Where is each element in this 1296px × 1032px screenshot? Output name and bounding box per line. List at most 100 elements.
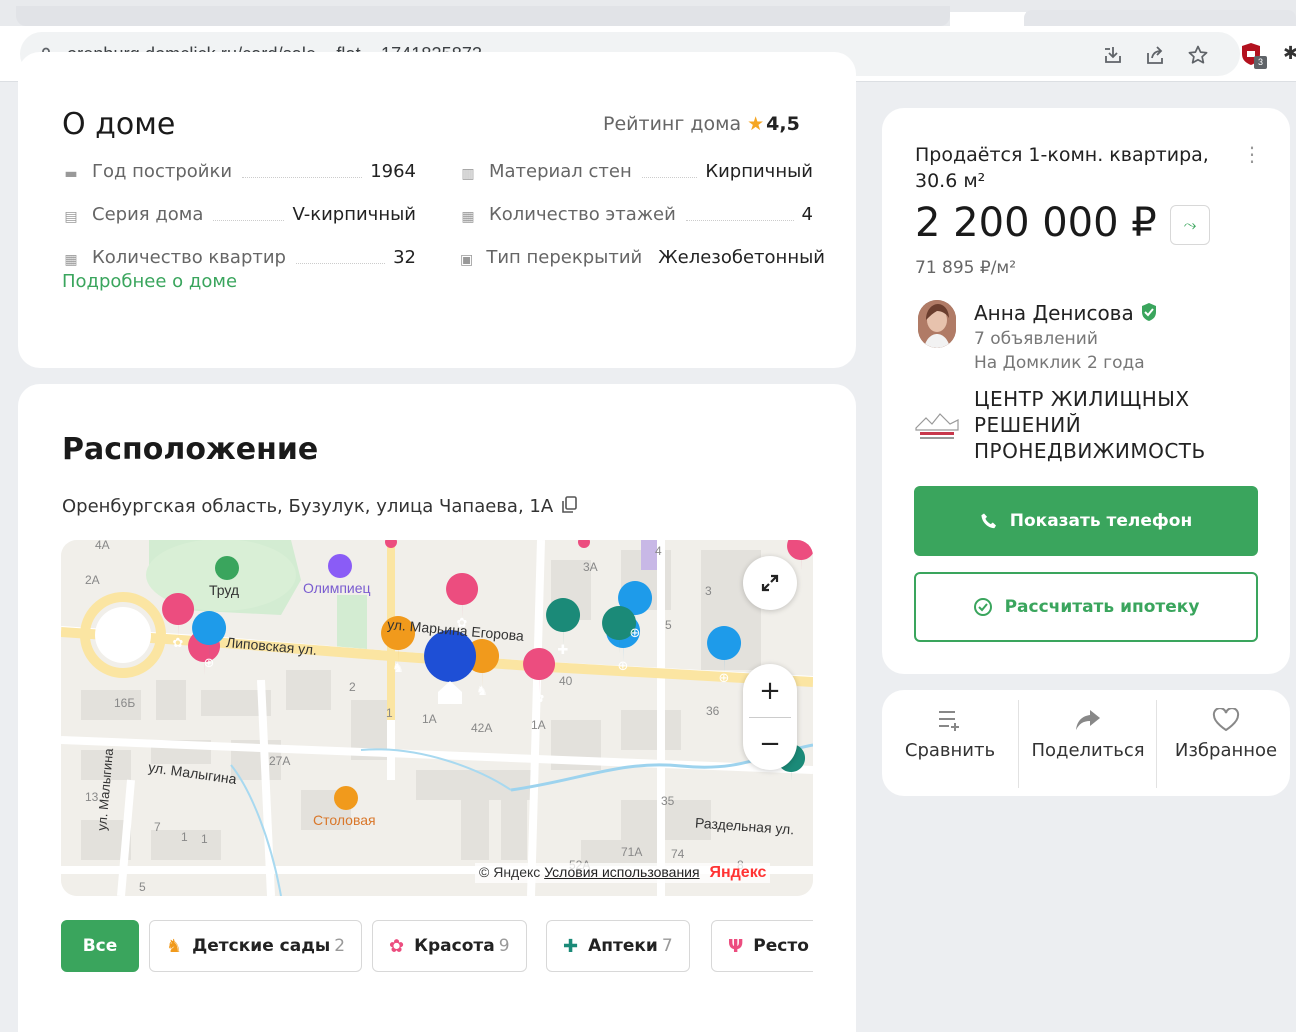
location-map[interactable]: ✿ ✿ ✿ ⊕ ⊕ ⊕ ⊕ ♞ ♞ ✚ Труд Олимпиец Липовская ул… (61, 540, 813, 896)
map-fullscreen-button[interactable] (743, 556, 797, 610)
map-house-number: 5 (665, 618, 672, 632)
svg-text:⊕: ⊕ (719, 671, 730, 686)
browser-tab[interactable] (16, 6, 950, 26)
map-house-number: 5 (139, 880, 146, 894)
extensions-puzzle-icon[interactable]: ✱ (1283, 43, 1296, 64)
yandex-logo[interactable]: Яндекс (709, 864, 766, 881)
svg-text:✚: ✚ (558, 643, 569, 658)
svg-text:⊕: ⊕ (204, 656, 215, 671)
floor-type-icon: ▣ (460, 252, 474, 268)
map-canvas: ✿✿✿ ⊕⊕⊕⊕ ♞♞ ✚ (61, 540, 813, 896)
more-about-house-link[interactable]: Подробнее о доме (62, 271, 237, 292)
svg-text:✿: ✿ (173, 636, 184, 651)
map-house-number: 1 (386, 706, 393, 720)
browser-tab[interactable] (1024, 10, 1296, 26)
page-content: О доме Рейтинг дома ★ 4,5 ▬ Год постройки … (0, 52, 1296, 1032)
calendar-icon: ▬ (64, 166, 78, 182)
house-rating: Рейтинг дома ★ 4,5 (603, 113, 800, 135)
agent-name[interactable]: Анна Денисова (974, 301, 1158, 325)
chip-kindergartens[interactable]: ♞ Детские сады 2 (149, 920, 363, 972)
prop-floor-type: ▣ Тип перекрытий Железобетонный (460, 247, 825, 268)
heart-icon (1212, 708, 1240, 732)
agency-name[interactable]: ЦЕНТР ЖИЛИЩНЫХ РЕШЕНИЙ ПРОНЕДВИЖИМОСТЬ (974, 386, 1264, 464)
map-house-number: 35 (661, 794, 675, 808)
map-house-number: 1 (181, 830, 188, 844)
map-house-number: 1А (531, 718, 546, 732)
share-page-icon[interactable] (1144, 44, 1166, 66)
address-text: Оренбургская область, Бузулук, улица Чап… (62, 496, 554, 517)
svg-text:♞: ♞ (392, 661, 404, 676)
building-icon: ▦ (461, 209, 475, 225)
compare-button[interactable]: Сравнить (882, 702, 1018, 788)
wall-material-icon: ▥ (461, 166, 475, 182)
location-card: Расположение Оренбургская область, Бузул… (18, 384, 856, 1032)
svg-text:⊕: ⊕ (618, 659, 629, 674)
price-history-button[interactable]: ⤳ (1170, 205, 1210, 245)
about-house-card: О доме Рейтинг дома ★ 4,5 ▬ Год постройки … (18, 52, 856, 368)
map-attribution: © Яндекс Условия использования Яндекс (475, 863, 771, 883)
trend-icon: ⤳ (1183, 215, 1197, 234)
chip-beauty[interactable]: ✿ Красота 9 (372, 920, 527, 972)
chip-restaurants[interactable]: Ψ Ресто (711, 920, 813, 972)
map-house-number: 74 (671, 847, 685, 861)
beauty-icon: ✿ (389, 935, 405, 957)
map-label-stolovaya: Столовая (313, 812, 376, 828)
svg-text:♞: ♞ (476, 684, 488, 699)
document-icon: ▤ (64, 209, 78, 225)
map-label-olimpiec: Олимпиец (303, 580, 371, 596)
phone-icon (981, 513, 996, 529)
check-circle-icon (973, 598, 992, 616)
star-icon: ★ (747, 113, 765, 135)
svg-text:⊕: ⊕ (630, 626, 641, 641)
kindergarten-icon: ♞ (166, 935, 183, 957)
map-house-number: 3 (705, 584, 712, 598)
listing-actions-card: Сравнить Поделиться Избранное (882, 690, 1290, 796)
restaurant-icon: Ψ (728, 935, 744, 957)
location-title: Расположение (62, 432, 319, 467)
chip-all[interactable]: Все (61, 920, 139, 972)
agent-ads-count: 7 объявлений (974, 329, 1098, 349)
bookmark-star-icon[interactable] (1187, 44, 1209, 66)
copy-icon[interactable] (561, 496, 578, 514)
svg-text:✿: ✿ (534, 691, 545, 706)
price-per-m2: 71 895 ₽/м² (915, 258, 1017, 278)
extension-shield-icon[interactable]: 3 (1240, 42, 1267, 70)
map-zoom-control: + − (743, 664, 797, 770)
map-house-number: 3А (583, 560, 598, 574)
install-app-icon[interactable] (1102, 44, 1124, 66)
rating-value: 4,5 (766, 113, 800, 135)
show-phone-button[interactable]: Показать телефон (914, 486, 1258, 556)
share-button[interactable]: Поделиться (1020, 702, 1156, 788)
address: Оренбургская область, Бузулук, улица Чап… (62, 496, 578, 517)
map-house-number: 40 (559, 674, 573, 688)
verified-shield-icon (1141, 303, 1156, 321)
expand-icon (761, 574, 779, 592)
map-house-number: 4А (95, 540, 110, 552)
apartments-icon: ▦ (64, 252, 78, 268)
map-house-number: 27А (269, 754, 291, 768)
favorite-button[interactable]: Избранное (1158, 702, 1294, 788)
map-house-number: 16Б (114, 696, 136, 710)
map-house-number: 13 (85, 790, 99, 804)
map-house-number: 42А (471, 721, 493, 735)
more-menu-icon[interactable]: ⋮ (1242, 142, 1262, 166)
browser-tab-active[interactable] (950, 12, 1026, 26)
zoom-in-button[interactable]: + (743, 664, 797, 717)
zoom-out-button[interactable]: − (743, 717, 797, 770)
map-house-number: 1А (422, 712, 437, 726)
calc-mortgage-button[interactable]: Рассчитать ипотеку (914, 572, 1258, 642)
map-house-number: 36 (706, 704, 720, 718)
map-label-trud: Труд (209, 582, 240, 598)
map-house-number: 1 (201, 832, 208, 846)
chip-pharmacies[interactable]: ✚ Аптеки 7 (546, 920, 690, 972)
pharmacy-icon: ✚ (563, 935, 579, 957)
extension-badge: 3 (1254, 56, 1267, 69)
map-house-number: 2А (85, 573, 100, 587)
agent-tenure: На Домклик 2 года (974, 353, 1145, 373)
map-terms-link[interactable]: Условия использования (544, 864, 699, 880)
agent-avatar[interactable] (918, 300, 956, 348)
compare-icon (939, 711, 959, 731)
listing-summary-card: Продаётся 1-комн. квартира, 30.6 м² ⋮ 2 … (882, 108, 1290, 674)
about-house-title: О доме (62, 107, 176, 142)
rating-label: Рейтинг дома (603, 113, 742, 135)
